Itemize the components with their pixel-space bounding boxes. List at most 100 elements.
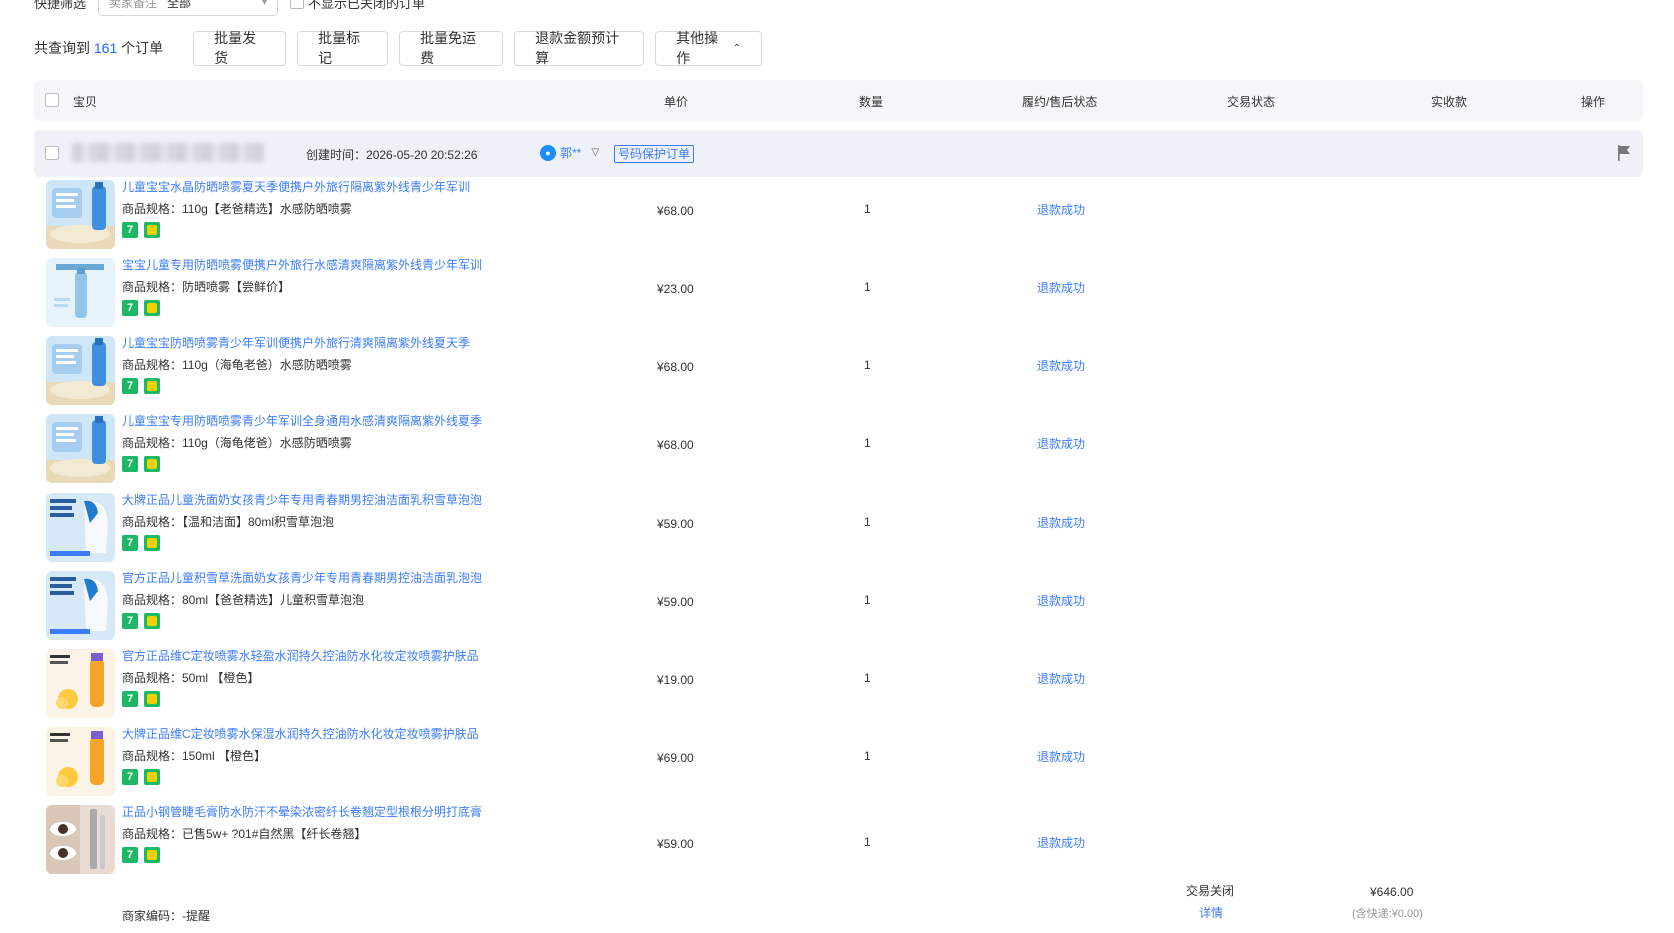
- seven-day-return-icon: 7: [122, 300, 138, 316]
- order-number-redacted: [72, 143, 264, 162]
- chevron-up-icon: ⌃: [732, 42, 742, 54]
- item-quantity: 1: [864, 671, 871, 685]
- order-item-row: 大牌正品维C定妆喷雾水保湿水润持久控油防水化妆定妆喷雾护肤品 商品规格：150ml…: [34, 723, 1643, 807]
- col-fulfil-status: 履约/售后状态: [1022, 95, 1098, 109]
- item-unit-price: ¥68.00: [657, 204, 694, 218]
- trade-detail-link[interactable]: 详情: [1199, 904, 1223, 921]
- shipping-fee-note: (含快递:¥0.00): [1352, 908, 1423, 920]
- batch-mark-button[interactable]: 批量标记: [297, 30, 389, 66]
- refund-status-link[interactable]: 退款成功: [1037, 834, 1085, 851]
- item-unit-price: ¥59.00: [657, 837, 694, 851]
- item-quantity: 1: [864, 436, 871, 450]
- hide-closed-checkbox[interactable]: [290, 0, 305, 9]
- item-title-link[interactable]: 官方正品维C定妆喷雾水轻盈水润持久控油防水化妆定妆喷雾护肤品: [122, 647, 479, 664]
- item-title-link[interactable]: 宝宝儿童专用防晒喷雾便携户外旅行水感清爽隔离紫外线青少年军训: [122, 256, 482, 273]
- item-thumbnail[interactable]: [46, 805, 115, 874]
- select-value: 全部: [167, 0, 192, 10]
- refund-status-link[interactable]: 退款成功: [1037, 748, 1085, 765]
- item-unit-price: ¥68.00: [657, 438, 694, 452]
- item-tags: 7: [122, 456, 160, 472]
- item-title-link[interactable]: 官方正品儿童积雪草洗面奶女孩青少年专用青春期男控油洁面乳泡泡: [122, 569, 482, 586]
- item-title-link[interactable]: 儿童宝宝防晒喷雾青少年军训便携户外旅行清爽隔离紫外线夏天季: [122, 334, 470, 351]
- order-item-row: 官方正品儿童积雪草洗面奶女孩青少年专用青春期男控油洁面乳泡泡 商品规格：80ml【…: [34, 567, 1643, 651]
- item-quantity: 1: [864, 280, 871, 294]
- seven-day-return-icon: 7: [122, 222, 138, 238]
- item-title-link[interactable]: 儿童宝宝专用防晒喷雾青少年军训全身通用水感清爽隔离紫外线夏季: [122, 412, 482, 429]
- seven-day-return-icon: 7: [122, 378, 138, 394]
- quick-filter-label: 快捷筛选: [34, 0, 87, 11]
- filter-icon[interactable]: ▽: [591, 147, 599, 158]
- item-spec: 商品规格：50ml 【橙色】: [122, 671, 260, 685]
- actual-paid-amount: ¥646.00: [1370, 885, 1414, 899]
- item-title-link[interactable]: 儿童宝宝水晶防晒喷雾夏天季便携户外旅行隔离紫外线青少年军训: [122, 178, 470, 195]
- item-tags: 7: [122, 300, 160, 316]
- order-item-row: 正品小钢管睫毛膏防水防汗不晕染浓密纤长卷翘定型根根分明打底膏 商品规格：已售5w+…: [34, 801, 1643, 885]
- item-unit-price: ¥59.00: [657, 595, 694, 609]
- item-quantity: 1: [864, 749, 871, 763]
- refund-status-link[interactable]: 退款成功: [1037, 514, 1085, 531]
- order-item-row: 儿童宝宝专用防晒喷雾青少年军训全身通用水感清爽隔离紫外线夏季 商品规格：110g（…: [34, 410, 1643, 494]
- refund-status-link[interactable]: 退款成功: [1037, 670, 1085, 687]
- protect-order-badge: 号码保护订单: [614, 145, 695, 163]
- item-thumbnail[interactable]: [46, 180, 115, 249]
- order-created-time: 创建时间：2026-05-20 20:52:26: [306, 146, 477, 163]
- order-checkbox[interactable]: [45, 146, 59, 160]
- item-spec: 商品规格：【温和洁面】80ml积雪草泡泡: [122, 515, 335, 529]
- item-tags: 7: [122, 691, 160, 707]
- item-title-link[interactable]: 大牌正品维C定妆喷雾水保湿水润持久控油防水化妆定妆喷雾护肤品: [122, 725, 479, 742]
- item-thumbnail[interactable]: [46, 727, 115, 796]
- seller-note-select[interactable]: 卖家备注 全部 ▾: [98, 0, 279, 16]
- item-thumbnail[interactable]: [46, 414, 115, 483]
- guarantee-icon: [144, 535, 160, 551]
- seven-day-return-icon: 7: [122, 769, 138, 785]
- count-prefix: 共查询到: [34, 40, 90, 56]
- guarantee-icon: [144, 691, 160, 707]
- item-spec: 商品规格：80ml【爸爸精选】儿童积雪草泡泡: [122, 593, 365, 607]
- refund-status-link[interactable]: 退款成功: [1037, 435, 1085, 452]
- item-unit-price: ¥68.00: [657, 360, 694, 374]
- count-suffix: 个订单: [121, 40, 164, 56]
- batch-ship-button[interactable]: 批量发货: [193, 30, 287, 66]
- item-title-link[interactable]: 正品小钢管睫毛膏防水防汗不晕染浓密纤长卷翘定型根根分明打底膏: [122, 803, 482, 820]
- item-spec: 商品规格：110g（海龟老爸）水感防晒喷雾: [122, 358, 352, 372]
- refund-status-link[interactable]: 退款成功: [1037, 279, 1085, 296]
- order-item-row: 宝宝儿童专用防晒喷雾便携户外旅行水感清爽隔离紫外线青少年军训 商品规格：防晒喷雾【…: [34, 254, 1643, 338]
- flag-icon[interactable]: [1617, 144, 1631, 162]
- item-tags: 7: [122, 378, 160, 394]
- item-quantity: 1: [864, 358, 871, 372]
- buyer-name[interactable]: 郭**: [560, 144, 581, 161]
- col-trade-status: 交易状态: [1227, 95, 1276, 109]
- item-thumbnail[interactable]: [46, 649, 115, 718]
- other-actions-button[interactable]: 其他操作 ⌃: [655, 30, 763, 66]
- order-item-row: 大牌正品儿童洗面奶女孩青少年专用青春期男控油洁面乳积雪草泡泡 商品规格：【温和洁面…: [34, 489, 1643, 573]
- guarantee-icon: [144, 222, 160, 238]
- trade-status-text: 交易关闭: [1186, 884, 1235, 898]
- item-tags: 7: [122, 769, 160, 785]
- buyer-info[interactable]: ● 郭** ▽: [540, 144, 599, 161]
- item-unit-price: ¥69.00: [657, 751, 694, 765]
- item-unit-price: ¥23.00: [657, 282, 694, 296]
- guarantee-icon: [144, 613, 160, 629]
- hide-closed-option[interactable]: 不显示已关闭的订单: [290, 0, 425, 12]
- select-label: 卖家备注: [109, 0, 158, 10]
- order-item-row: 儿童宝宝水晶防晒喷雾夏天季便携户外旅行隔离紫外线青少年军训 商品规格：110g【老…: [34, 176, 1643, 260]
- chevron-down-icon: ▾: [261, 0, 268, 8]
- order-count-text: 共查询到 161 个订单: [34, 38, 163, 58]
- item-tags: 7: [122, 847, 160, 863]
- refund-calc-button[interactable]: 退款金额预计算: [514, 30, 645, 66]
- item-thumbnail[interactable]: [46, 571, 115, 640]
- col-actual-paid: 实收款: [1431, 95, 1468, 109]
- refund-status-link[interactable]: 退款成功: [1037, 357, 1085, 374]
- item-thumbnail[interactable]: [46, 258, 115, 327]
- item-thumbnail[interactable]: [46, 493, 115, 562]
- item-thumbnail[interactable]: [46, 336, 115, 405]
- item-title-link[interactable]: 大牌正品儿童洗面奶女孩青少年专用青春期男控油洁面乳积雪草泡泡: [122, 491, 482, 508]
- select-all-checkbox[interactable]: [45, 93, 59, 107]
- refund-status-link[interactable]: 退款成功: [1037, 592, 1085, 609]
- refund-status-link[interactable]: 退款成功: [1037, 201, 1085, 218]
- other-actions-label: 其他操作: [676, 30, 719, 66]
- col-actions: 操作: [1581, 95, 1606, 109]
- buyer-chat-icon[interactable]: ●: [540, 144, 556, 161]
- batch-free-ship-button[interactable]: 批量免运费: [399, 30, 504, 66]
- item-spec: 商品规格：已售5w+ ?01#自然黑【纤长卷翘】: [122, 827, 367, 841]
